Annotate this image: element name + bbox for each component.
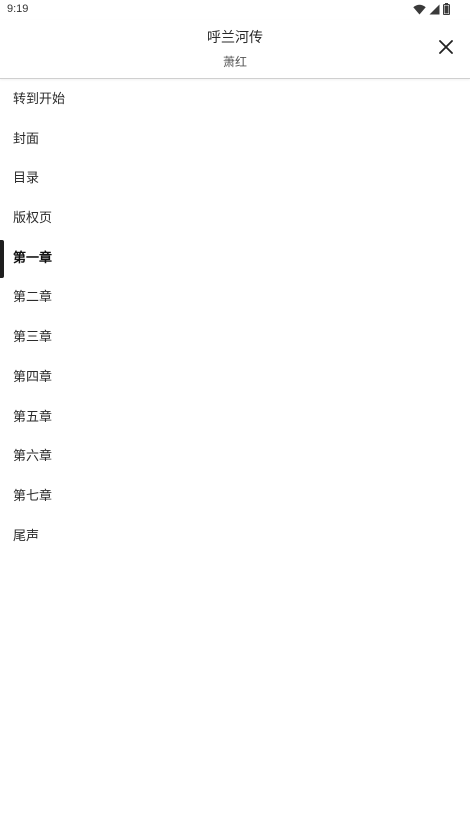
toc-item[interactable]: 转到开始 [0, 80, 470, 120]
toc-header: 呼兰河传 萧红 [0, 20, 470, 79]
toc-item[interactable]: 第七章 [0, 477, 470, 517]
toc-item[interactable]: 第四章 [0, 358, 470, 398]
toc-item[interactable]: 第六章 [0, 437, 470, 477]
toc-item-label: 版权页 [13, 211, 53, 227]
book-title: 呼兰河传 [207, 30, 263, 46]
toc-item-label: 目录 [13, 171, 40, 187]
toc-item[interactable]: 封面 [0, 120, 470, 160]
book-author: 萧红 [222, 55, 247, 69]
close-button[interactable] [434, 36, 458, 60]
toc-list: 转到开始封面目录版权页第一章第二章第三章第四章第五章第六章第七章尾声 [0, 80, 470, 556]
toc-item-label: 第三章 [13, 330, 53, 346]
status-icons [413, 3, 450, 15]
toc-item-label: 转到开始 [13, 92, 66, 107]
toc-item-label: 第四章 [13, 369, 53, 385]
toc-item[interactable]: 版权页 [0, 199, 470, 239]
status-bar: 9:19 [0, 0, 470, 20]
toc-item[interactable]: 尾声 [0, 517, 470, 557]
toc-item[interactable]: 目录 [0, 159, 470, 199]
toc-item-label: 第五章 [13, 409, 53, 425]
toc-item-label: 封面 [13, 131, 40, 147]
wifi-icon [413, 4, 426, 15]
close-icon [439, 39, 453, 58]
toc-item-label: 第七章 [13, 488, 53, 504]
toc-item-label: 第一章 [13, 250, 53, 266]
toc-item-label: 第二章 [13, 290, 53, 306]
toc-item-label: 第六章 [13, 449, 53, 465]
toc-item-active[interactable]: 第一章 [0, 239, 470, 279]
cellular-signal-icon [429, 4, 440, 15]
toc-item[interactable]: 第二章 [0, 278, 470, 318]
toc-item[interactable]: 第五章 [0, 398, 470, 438]
status-time: 9:19 [7, 3, 29, 15]
battery-icon [443, 3, 450, 15]
toc-item[interactable]: 第三章 [0, 318, 470, 358]
toc-item-label: 尾声 [13, 528, 40, 544]
